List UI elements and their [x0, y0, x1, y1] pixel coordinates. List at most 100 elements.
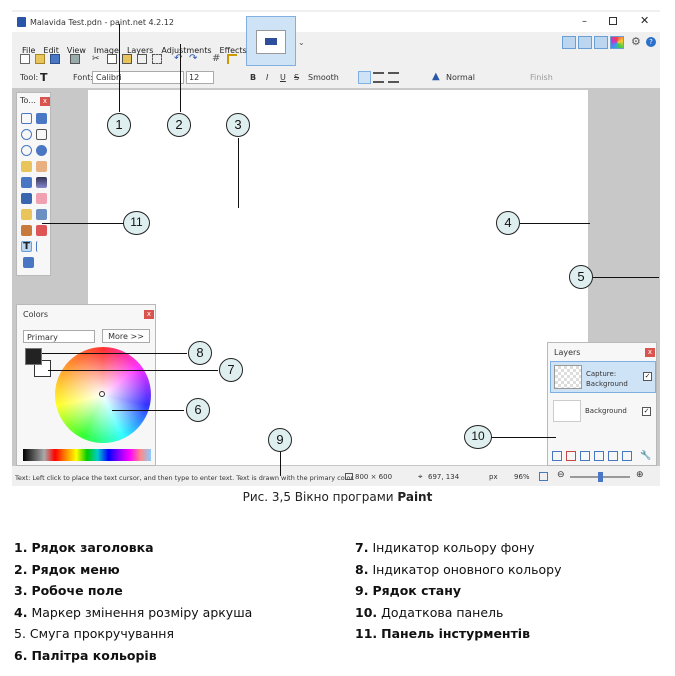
- colors-toggle-icon[interactable]: [610, 36, 624, 49]
- layer-visibility-checkbox[interactable]: ✓: [643, 372, 652, 381]
- layer-visibility-checkbox[interactable]: ✓: [642, 407, 651, 416]
- figure-caption: Рис. 3,5 Вікно програми Paint: [0, 490, 675, 504]
- paste-icon[interactable]: [122, 54, 132, 64]
- shapes-tool-icon[interactable]: [23, 257, 34, 268]
- legend-item: 1. Рядок заголовка: [14, 540, 154, 555]
- window-title: Malavida Test.pdn - paint.net 4.2.12: [30, 18, 174, 27]
- new-icon[interactable]: [20, 54, 30, 64]
- paint-bucket-tool-icon[interactable]: [21, 177, 32, 188]
- primary-select[interactable]: Primary: [23, 330, 95, 343]
- rectangle-select-tool-icon[interactable]: [21, 113, 32, 124]
- legend-item: 3. Робоче поле: [14, 583, 123, 598]
- move-layer-down-icon[interactable]: [622, 451, 632, 461]
- antialias-select[interactable]: Smooth: [308, 73, 339, 82]
- undo-icon[interactable]: ↶: [174, 54, 184, 64]
- layers-panel-close-button[interactable]: x: [645, 348, 655, 357]
- magic-wand-tool-icon[interactable]: [21, 161, 32, 172]
- callout-line-8: [42, 353, 187, 354]
- recolor-tool-icon[interactable]: [36, 225, 47, 236]
- units-select[interactable]: px: [489, 473, 498, 481]
- zoom-value[interactable]: 96%: [514, 473, 530, 481]
- paintbrush-tool-icon[interactable]: [21, 193, 32, 204]
- blend-mode-select[interactable]: Normal: [446, 73, 475, 82]
- zoom-fit-icon[interactable]: [539, 472, 548, 481]
- callout-line-3: [238, 138, 239, 208]
- cursor-coords: 697, 134: [428, 473, 460, 481]
- text-tool-button-icon[interactable]: T: [21, 241, 32, 252]
- layer-thumbnail: [553, 400, 581, 422]
- blend-icon[interactable]: ▲: [432, 71, 440, 82]
- crop-icon[interactable]: [137, 54, 147, 64]
- clone-stamp-tool-icon[interactable]: [21, 225, 32, 236]
- cut-icon[interactable]: ✂: [92, 54, 102, 64]
- tools-panel: To... x T: [16, 92, 51, 276]
- canvas[interactable]: [88, 90, 588, 465]
- redo-icon[interactable]: ↷: [189, 54, 199, 64]
- copy-icon[interactable]: [107, 54, 117, 64]
- legend-item: 11. Панель інстурментів: [355, 626, 531, 641]
- primary-color-swatch[interactable]: [25, 348, 42, 365]
- ellipse-select-tool-icon[interactable]: [21, 145, 32, 156]
- save-icon[interactable]: [50, 54, 60, 64]
- merge-layer-icon[interactable]: [594, 451, 604, 461]
- color-picker-tool-icon[interactable]: [36, 209, 47, 220]
- callout-line-10: [490, 437, 556, 438]
- callout-line-11: [42, 223, 124, 224]
- more-button[interactable]: More >>: [102, 329, 150, 343]
- zoom-slider-thumb[interactable]: [598, 472, 603, 482]
- zoom-out-icon[interactable]: ⊖: [557, 470, 565, 480]
- print-icon[interactable]: [70, 54, 80, 64]
- zoom-tool-icon[interactable]: [36, 145, 47, 156]
- align-center-button[interactable]: [373, 72, 384, 83]
- settings-gear-icon[interactable]: ⚙: [631, 35, 641, 48]
- color-wheel-cursor: [99, 391, 105, 397]
- maximize-button[interactable]: [609, 17, 617, 25]
- pan-tool-icon[interactable]: [36, 161, 47, 172]
- font-size-select[interactable]: 12: [186, 71, 214, 84]
- history-toggle-icon[interactable]: [578, 36, 592, 49]
- move-layer-up-icon[interactable]: [608, 451, 618, 461]
- layer-row-background[interactable]: Background ✓: [550, 397, 656, 427]
- align-left-button[interactable]: [358, 71, 371, 84]
- italic-button[interactable]: I: [266, 73, 268, 82]
- duplicate-layer-icon[interactable]: [580, 451, 590, 461]
- callout-line-2: [180, 44, 181, 112]
- close-window-button[interactable]: ✕: [640, 14, 649, 27]
- layer-properties-icon[interactable]: 🔧: [640, 451, 651, 461]
- add-layer-icon[interactable]: [552, 451, 562, 461]
- legend-item: 4. Маркер змінення розміру аркуша: [14, 604, 253, 620]
- align-right-button[interactable]: [388, 72, 399, 83]
- image-thumbnail-tab[interactable]: [246, 16, 296, 66]
- finish-button[interactable]: Finish: [530, 73, 553, 82]
- caption-prefix: Рис. 3,5 Вікно програми: [242, 490, 398, 504]
- tools-toggle-icon[interactable]: [562, 36, 576, 49]
- strikethrough-button[interactable]: S: [294, 73, 299, 82]
- zoom-in-icon[interactable]: ⊕: [636, 470, 644, 480]
- pencil-tool-icon[interactable]: [21, 209, 32, 220]
- delete-layer-icon[interactable]: [566, 451, 576, 461]
- ruler-icon[interactable]: [227, 54, 237, 64]
- move-tool-icon[interactable]: [36, 113, 47, 124]
- deselect-icon[interactable]: [152, 54, 162, 64]
- move-selection-tool-icon[interactable]: [36, 129, 47, 140]
- layers-toggle-icon[interactable]: [594, 36, 608, 49]
- help-icon[interactable]: ?: [646, 37, 656, 47]
- colors-panel-close-button[interactable]: x: [144, 310, 154, 319]
- grid-icon[interactable]: #: [212, 54, 222, 64]
- tools-panel-close-button[interactable]: x: [40, 97, 50, 106]
- thumbnail-dropdown-icon[interactable]: ⌄: [298, 38, 305, 47]
- callout-5: 5: [569, 265, 593, 289]
- minimize-button[interactable]: –: [582, 16, 587, 27]
- layer-row-capture[interactable]: Capture: Background ✓: [550, 361, 656, 393]
- gradient-tool-icon[interactable]: [36, 177, 47, 188]
- font-select[interactable]: Calibri: [92, 71, 184, 84]
- line-tool-icon[interactable]: [36, 241, 47, 252]
- bold-button[interactable]: B: [250, 73, 256, 82]
- underline-button[interactable]: U: [280, 73, 286, 82]
- text-tool-icon[interactable]: T: [40, 71, 48, 84]
- open-icon[interactable]: [35, 54, 45, 64]
- eraser-tool-icon[interactable]: [36, 193, 47, 204]
- tool-grid: T: [21, 113, 49, 273]
- lasso-tool-icon[interactable]: [21, 129, 32, 140]
- palette-strip[interactable]: [23, 449, 151, 461]
